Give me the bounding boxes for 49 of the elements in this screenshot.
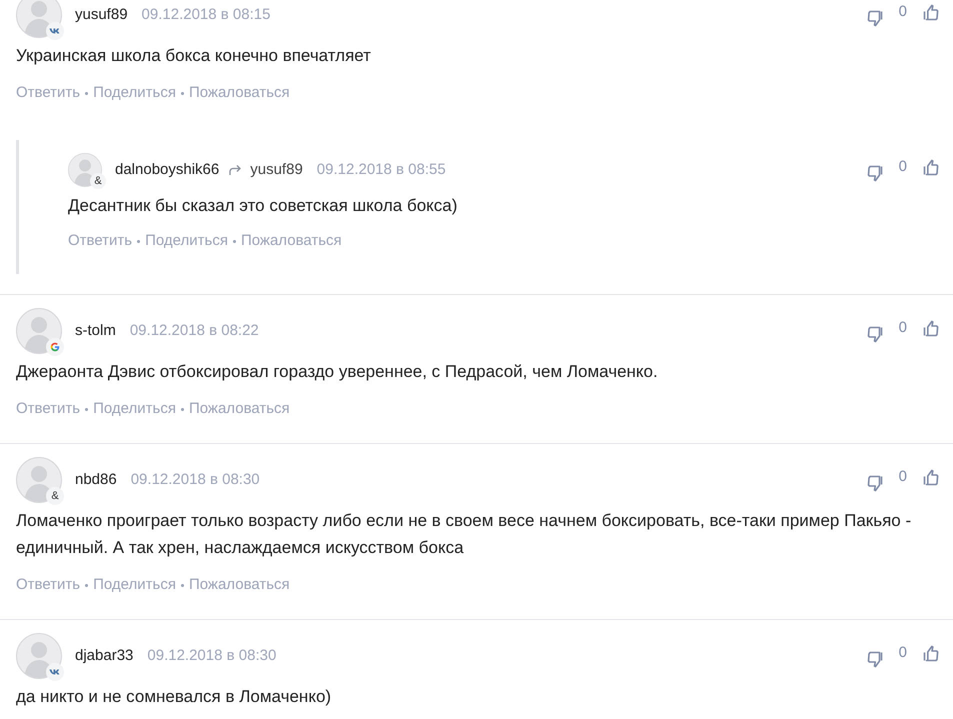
action-link[interactable]: Ответить <box>16 83 80 103</box>
action-link[interactable]: Пожаловаться <box>188 575 290 595</box>
thumbs-up-icon[interactable] <box>921 318 940 338</box>
thumbs-down-icon[interactable] <box>866 8 885 28</box>
comment-date: 09.12.2018 в 08:15 <box>142 4 270 25</box>
action-link[interactable]: Пожаловаться <box>188 83 290 103</box>
comment-date: 09.12.2018 в 08:30 <box>147 646 276 666</box>
author-name[interactable]: yusuf89 <box>75 4 128 26</box>
action-link[interactable]: Поделиться <box>145 231 228 251</box>
vk-logo-icon <box>46 663 64 681</box>
thumbs-up-icon[interactable] <box>921 2 940 22</box>
thumbs-down-icon[interactable] <box>866 324 885 344</box>
vote-count: 0 <box>898 318 908 338</box>
account-badge: & <box>90 173 106 189</box>
author-name[interactable]: dalnoboyshik66 <box>115 158 220 182</box>
reply-arrow-icon <box>228 163 242 177</box>
vk-logo-icon <box>46 22 64 40</box>
action-link[interactable]: Ответить <box>16 399 80 419</box>
comment-date: 09.12.2018 в 08:22 <box>130 320 259 341</box>
action-link[interactable]: Поделиться <box>93 575 176 595</box>
author-name[interactable]: djabar33 <box>75 644 134 668</box>
action-link[interactable]: Ответить <box>68 231 132 251</box>
comment-date: 09.12.2018 в 08:55 <box>316 160 446 180</box>
thumbs-down-icon[interactable] <box>866 474 885 492</box>
account-badge: & <box>46 487 64 505</box>
google-logo-icon <box>46 338 64 356</box>
vote-count: 0 <box>898 466 908 487</box>
comment-text: Украинская школа бокса конечно впечатляет <box>16 45 372 67</box>
thumbs-up-icon[interactable] <box>921 468 940 486</box>
comment-text: Ломаченко проиграет только возрасту либо если не в своем весе начнем боксировать, все-таки пример Пакьяо - единичный. А так хрен, наслаждаемся искусством бокса <box>16 510 912 559</box>
reply-to-name[interactable]: yusuf89 <box>250 158 303 182</box>
comment-text: Десантник бы сказал это советская школа бокса) <box>68 195 458 217</box>
thumbs-up-icon[interactable] <box>921 158 940 176</box>
action-link[interactable]: Поделиться <box>93 83 176 103</box>
comment-text: да никто и не сомневался в Ломаченко) <box>16 686 332 708</box>
vote-count: 0 <box>898 156 908 177</box>
comment-date: 09.12.2018 в 08:30 <box>130 470 260 490</box>
vote-count: 0 <box>898 2 908 22</box>
action-link[interactable]: Пожаловаться <box>188 399 290 419</box>
author-name[interactable]: nbd86 <box>75 468 117 492</box>
comment-text: Джераонта Дэвис отбоксировал гораздо увереннее, с Педрасой, чем Ломаченко. <box>16 361 659 383</box>
thumbs-up-icon[interactable] <box>921 644 940 662</box>
action-link[interactable]: Поделиться <box>93 399 176 419</box>
vote-count: 0 <box>898 642 908 663</box>
action-link[interactable]: Пожаловаться <box>240 231 342 251</box>
thumbs-down-icon[interactable] <box>866 164 885 182</box>
action-link[interactable]: Ответить <box>16 575 80 595</box>
author-name[interactable]: s-tolm <box>75 320 116 342</box>
thumbs-down-icon[interactable] <box>866 650 885 668</box>
